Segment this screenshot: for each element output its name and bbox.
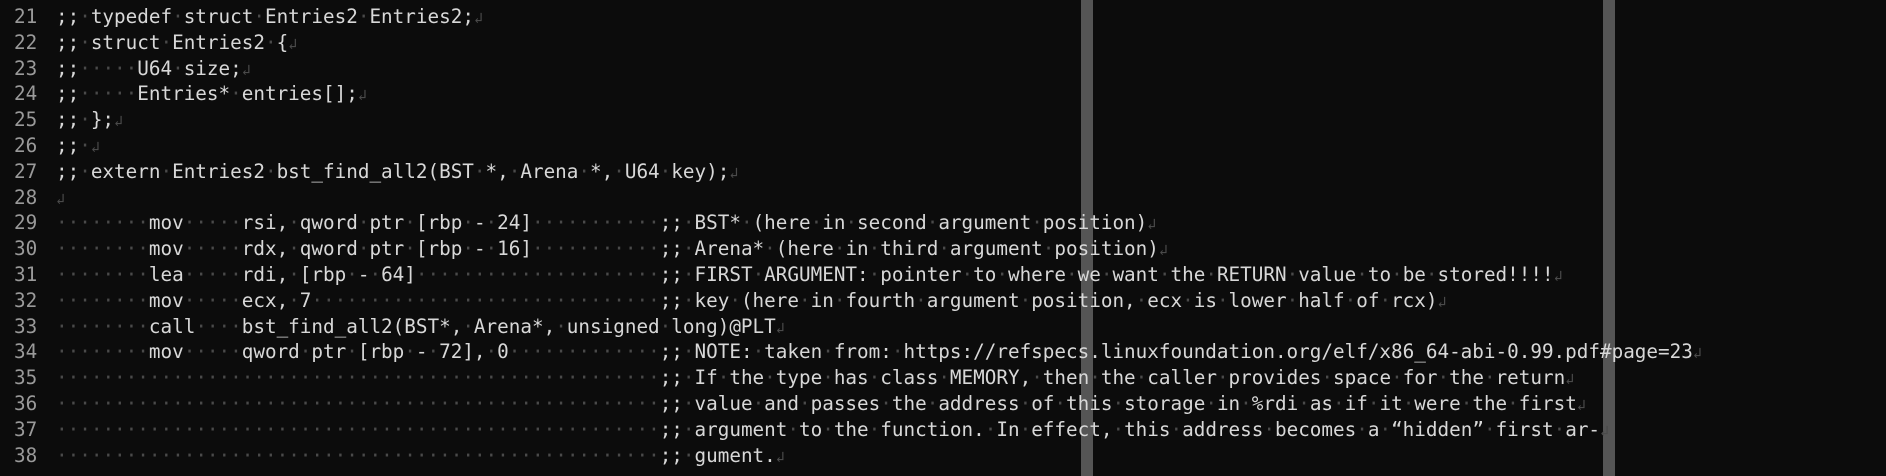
eol-icon: ↲: [729, 163, 739, 182]
code-line[interactable]: 33 ········call····bst_find_all2(BST*,·Ar…: [0, 314, 1886, 340]
code-line[interactable]: 30 ········mov·····rdx,·qword·ptr·[rbp·-·…: [0, 236, 1886, 262]
line-number: 22: [14, 30, 38, 54]
code-text[interactable]: ;;·};↲: [56, 107, 123, 135]
line-number: 23: [14, 56, 38, 80]
code-text[interactable]: ········mov·····rdx,·qword·ptr·[rbp·-·16…: [56, 236, 1168, 264]
code-text[interactable]: ········mov·····rsi,·qword·ptr·[rbp·-·24…: [56, 210, 1156, 238]
code-line[interactable]: 28 ↲: [0, 185, 1886, 211]
code-line[interactable]: 35 ······································…: [0, 365, 1886, 391]
eol-icon: ↲: [1158, 241, 1168, 260]
code-text[interactable]: ········································…: [56, 365, 1574, 393]
eol-icon: ↲: [473, 9, 483, 27]
code-text[interactable]: ;;·extern·Entries2·bst_find_all2(BST·*,·…: [56, 159, 738, 187]
code-text[interactable]: ········lea·····rdi,·[rbp·-·64]·········…: [56, 262, 1563, 290]
code-text[interactable]: ;;·····Entries*·entries[];↲: [56, 81, 367, 109]
code-line[interactable]: 36 ······································…: [0, 391, 1886, 417]
code-text[interactable]: ········mov·····ecx,·7··················…: [56, 288, 1447, 316]
line-number: 29: [14, 211, 38, 235]
code-text[interactable]: ↲: [56, 185, 65, 213]
line-number: 34: [14, 340, 38, 364]
code-line[interactable]: 29 ········mov·····rsi,·qword·ptr·[rbp·-·…: [0, 210, 1886, 236]
line-number: 26: [14, 133, 38, 157]
line-number: 35: [14, 366, 38, 390]
line-number: 31: [14, 262, 38, 286]
eol-icon: ↲: [114, 112, 124, 131]
code-line[interactable]: 22 ;;·struct·Entries2·{↲: [0, 30, 1886, 56]
line-number: 28: [14, 185, 38, 209]
code-line[interactable]: 25 ;;·};↲: [0, 107, 1886, 133]
line-number: 25: [14, 108, 38, 132]
code-text[interactable]: ;;·····U64·size;↲: [56, 56, 251, 84]
eol-icon: ↲: [241, 60, 251, 79]
eol-icon: ↲: [1692, 344, 1702, 363]
eol-icon: ↲: [1553, 266, 1563, 285]
code-text[interactable]: ;;·↲: [56, 133, 100, 161]
line-number: 32: [14, 288, 38, 312]
eol-icon: ↲: [1600, 421, 1610, 440]
line-number: 36: [14, 391, 38, 415]
eol-icon: ↲: [775, 447, 785, 466]
line-number: 30: [14, 237, 38, 261]
line-number: 21: [14, 5, 38, 28]
eol-icon: ↲: [90, 137, 100, 156]
code-line[interactable]: 23 ;;·····U64·size;↲: [0, 56, 1886, 82]
code-text[interactable]: ········································…: [56, 443, 785, 471]
eol-icon: ↲: [288, 34, 298, 53]
eol-icon: ↲: [357, 86, 367, 105]
code-text[interactable]: ;;·struct·Entries2·{↲: [56, 30, 297, 58]
code-text[interactable]: ········mov·····qword·ptr·[rbp·-·72],·0·…: [56, 339, 1702, 367]
line-number: 38: [14, 443, 38, 467]
code-text[interactable]: ········call····bst_find_all2(BST*,·Aren…: [56, 314, 785, 342]
code-line[interactable]: 26 ;;·↲: [0, 133, 1886, 159]
eol-icon: ↲: [1437, 292, 1447, 311]
code-lines[interactable]: 21 ;;·typedef·struct·Entries2·Entries2;↲ 2…: [0, 4, 1886, 468]
eol-icon: ↲: [1576, 395, 1586, 414]
code-line[interactable]: 37 ······································…: [0, 417, 1886, 443]
eol-icon: ↲: [56, 189, 66, 208]
code-line[interactable]: 31 ········lea·····rdi,·[rbp·-·64]·······…: [0, 262, 1886, 288]
eol-icon: ↲: [1565, 370, 1575, 389]
code-line[interactable]: 21 ;;·typedef·struct·Entries2·Entries2;↲: [0, 4, 1886, 30]
code-line[interactable]: 27 ;;·extern·Entries2·bst_find_all2(BST·*…: [0, 159, 1886, 185]
code-line[interactable]: 24 ;;·····Entries*·entries[];↲: [0, 81, 1886, 107]
code-line[interactable]: 32 ········mov·····ecx,·7················…: [0, 288, 1886, 314]
line-number: 24: [14, 82, 38, 106]
eol-icon: ↲: [1147, 215, 1157, 234]
line-number: 33: [14, 314, 38, 338]
code-text[interactable]: ········································…: [56, 391, 1586, 419]
line-number: 27: [14, 159, 38, 183]
code-text[interactable]: ;;·typedef·struct·Entries2·Entries2;↲: [56, 4, 483, 32]
line-number: 37: [14, 417, 38, 441]
code-editor[interactable]: 21 ;;·typedef·struct·Entries2·Entries2;↲ 2…: [0, 0, 1886, 476]
code-line[interactable]: 38 ······································…: [0, 443, 1886, 469]
code-text[interactable]: ········································…: [56, 417, 1609, 445]
eol-icon: ↲: [775, 318, 785, 337]
code-line[interactable]: 34 ········mov·····qword·ptr·[rbp·-·72],·…: [0, 339, 1886, 365]
